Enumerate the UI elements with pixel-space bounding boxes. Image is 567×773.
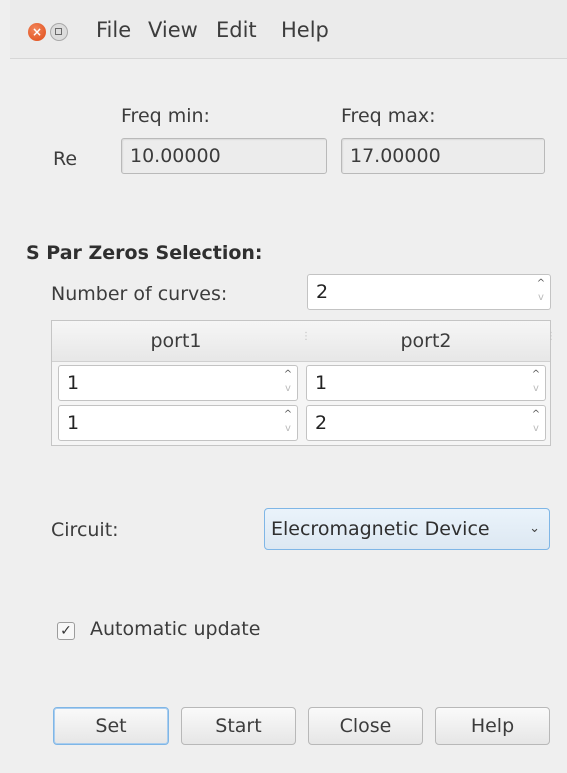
table-cell-port1-row2[interactable]: 1 ^ v bbox=[58, 405, 298, 441]
automatic-update-label[interactable]: Automatic update bbox=[90, 618, 260, 640]
spin-arrows-icon[interactable]: ^ v bbox=[283, 409, 293, 437]
spin-arrows-icon[interactable]: ^ v bbox=[283, 369, 293, 397]
number-of-curves-label: Number of curves: bbox=[51, 283, 228, 305]
chevron-down-icon: ⌄ bbox=[529, 521, 540, 536]
close-window-icon[interactable]: × bbox=[28, 23, 46, 41]
circuit-dropdown[interactable]: Elecromagnetic Device ⌄ bbox=[264, 508, 550, 550]
table-cell-port2-row2[interactable]: 2 ^ v bbox=[306, 405, 546, 441]
menu-view[interactable]: View bbox=[148, 18, 198, 42]
re-row-label: Re bbox=[53, 148, 78, 170]
number-of-curves-value: 2 bbox=[316, 281, 329, 303]
cell-value: 2 bbox=[315, 412, 328, 434]
help-button[interactable]: Help bbox=[435, 707, 550, 745]
menu-file[interactable]: File bbox=[96, 18, 131, 42]
menu-bar: × File View Edit Help bbox=[10, 0, 567, 59]
freq-max-label: Freq max: bbox=[341, 105, 436, 127]
freq-min-field[interactable]: 10.00000 bbox=[121, 138, 327, 174]
column-header-port2[interactable]: port2 bbox=[302, 321, 550, 361]
start-button[interactable]: Start bbox=[181, 707, 296, 745]
menu-edit[interactable]: Edit bbox=[216, 18, 257, 42]
number-of-curves-spinbox[interactable]: 2 ^ v bbox=[307, 274, 551, 310]
freq-min-label: Freq min: bbox=[121, 105, 210, 127]
cell-value: 1 bbox=[315, 372, 328, 394]
cell-value: 1 bbox=[67, 412, 80, 434]
spin-arrows-icon[interactable]: ^ v bbox=[531, 369, 541, 397]
table-header: port1 ⋮ port2 ⋮ bbox=[52, 321, 556, 362]
cell-value: 1 bbox=[67, 372, 80, 394]
menu-help[interactable]: Help bbox=[281, 18, 329, 42]
circuit-selected-value: Elecromagnetic Device bbox=[271, 518, 490, 540]
ports-table: port1 ⋮ port2 ⋮ 1 ^ v 1 ^ v 1 ^ v 2 ^ v bbox=[51, 320, 556, 446]
spin-arrows-icon[interactable]: ^ v bbox=[531, 409, 541, 437]
automatic-update-checkbox[interactable]: ✓ bbox=[57, 622, 75, 640]
table-cell-port1-row1[interactable]: 1 ^ v bbox=[58, 365, 298, 401]
circuit-label: Circuit: bbox=[51, 519, 119, 541]
column-header-port1[interactable]: port1 bbox=[52, 321, 300, 361]
set-button[interactable]: Set bbox=[53, 707, 169, 745]
section-title-s-par-zeros: S Par Zeros Selection: bbox=[26, 242, 263, 264]
freq-max-field[interactable]: 17.00000 bbox=[341, 138, 545, 174]
spin-arrows-icon[interactable]: ^ v bbox=[536, 278, 546, 306]
column-resize-handle[interactable]: ⋮ bbox=[546, 332, 556, 349]
table-cell-port2-row1[interactable]: 1 ^ v bbox=[306, 365, 546, 401]
minimize-window-icon[interactable] bbox=[50, 23, 68, 41]
close-button[interactable]: Close bbox=[308, 707, 423, 745]
